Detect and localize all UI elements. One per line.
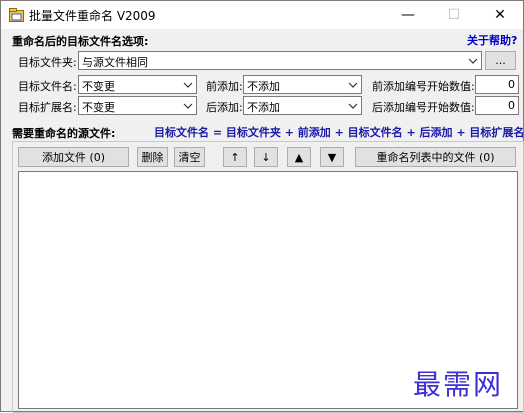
clear-button[interactable]: 清空	[174, 147, 205, 167]
suffix-label: 后添加:	[206, 101, 243, 114]
naming-formula: 目标文件名 = 目标文件夹 + 前添加 + 目标文件名 + 后添加 + 目标扩展…	[154, 126, 524, 139]
watermark: 最需网	[413, 368, 504, 401]
prefix-label: 前添加:	[206, 80, 243, 93]
target-name-select[interactable]: 不变更	[78, 75, 197, 94]
chevron-down-icon	[183, 82, 193, 88]
target-folder-select[interactable]: 与源文件相同	[78, 51, 482, 70]
target-ext-value: 不变更	[82, 101, 115, 114]
help-link[interactable]: 关于帮助?	[467, 32, 517, 48]
window-title: 批量文件重命名 V2009	[29, 9, 156, 23]
app-icon	[9, 8, 24, 22]
target-name-label: 目标文件名:	[18, 80, 77, 93]
suffix-value: 不添加	[247, 101, 280, 114]
rename-files-button[interactable]: 重命名列表中的文件 (0)	[355, 147, 516, 167]
title-bar: 批量文件重命名 V2009 — ☐ ✕	[1, 1, 523, 29]
app-window: 批量文件重命名 V2009 — ☐ ✕ 重命名后的目标文件名选项: 关于帮助? …	[0, 0, 524, 413]
minimize-button[interactable]: —	[385, 1, 431, 29]
chevron-down-icon	[348, 82, 358, 88]
chevron-down-icon	[468, 58, 478, 64]
suffix-num-input[interactable]: 0	[475, 96, 519, 115]
close-button[interactable]: ✕	[477, 1, 523, 29]
suffix-num-label: 后添加编号开始数值:	[372, 101, 475, 114]
move-top-button[interactable]: ▲	[287, 147, 311, 167]
prefix-select[interactable]: 不添加	[243, 75, 362, 94]
delete-button[interactable]: 删除	[137, 147, 168, 167]
add-files-button[interactable]: 添加文件 (0)	[18, 147, 129, 167]
suffix-select[interactable]: 不添加	[243, 96, 362, 115]
move-up-button[interactable]: ↑	[223, 147, 247, 167]
target-ext-select[interactable]: 不变更	[78, 96, 197, 115]
move-bottom-button[interactable]: ▼	[320, 147, 344, 167]
browse-button[interactable]: ...	[485, 51, 516, 70]
chevron-down-icon	[348, 103, 358, 109]
target-name-value: 不变更	[82, 80, 115, 93]
prefix-num-label: 前添加编号开始数值:	[372, 80, 475, 93]
move-down-button[interactable]: ↓	[254, 147, 278, 167]
prefix-value: 不添加	[247, 80, 280, 93]
chevron-down-icon	[183, 103, 193, 109]
target-section-title: 重命名后的目标文件名选项:	[12, 35, 149, 48]
source-section-title: 需要重命名的源文件:	[12, 127, 116, 140]
prefix-num-input[interactable]: 0	[475, 75, 519, 94]
target-folder-value: 与源文件相同	[82, 56, 148, 69]
maximize-button[interactable]: ☐	[431, 1, 477, 29]
target-folder-label: 目标文件夹:	[18, 56, 77, 69]
target-ext-label: 目标扩展名:	[18, 101, 77, 114]
